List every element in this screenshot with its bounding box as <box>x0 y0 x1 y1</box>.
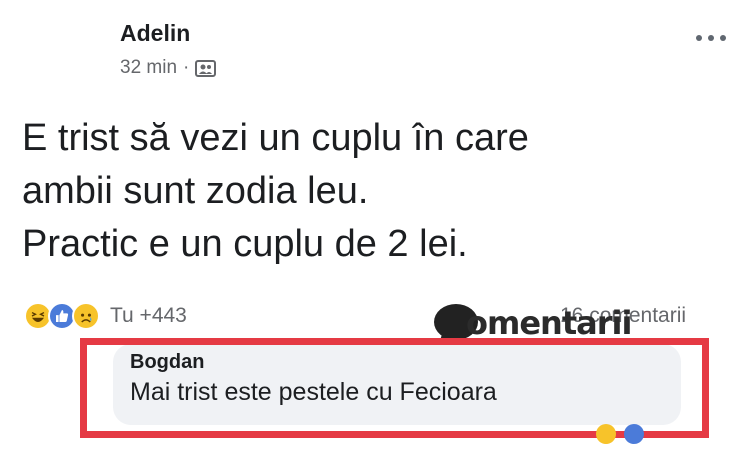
post-text: E trist să vezi un cuplu în care ambii s… <box>22 112 722 271</box>
post-text-line: E trist să vezi un cuplu în care <box>22 117 529 159</box>
post-meta: 32 min · <box>120 57 217 79</box>
post-time[interactable]: 32 min <box>120 57 177 79</box>
comment-haha-icon <box>596 424 616 444</box>
reactions-bar[interactable]: Tu +443 <box>24 302 187 330</box>
post-text-line: ambii sunt zodia leu. <box>22 170 369 212</box>
meta-separator: · <box>183 57 190 78</box>
sad-icon <box>72 302 100 330</box>
reaction-summary[interactable]: Tu +443 <box>110 304 187 328</box>
watermark-main-text: omentarii <box>466 304 632 342</box>
post-text-line: Practic e un cuplu de 2 lei. <box>22 223 468 265</box>
highlight-frame <box>80 338 709 438</box>
comment-like-icon <box>624 424 644 444</box>
friends-icon[interactable] <box>195 59 217 78</box>
post-header: Adelin 32 min · <box>120 20 217 78</box>
author-name[interactable]: Adelin <box>120 20 190 47</box>
more-options-icon[interactable] <box>694 26 728 48</box>
